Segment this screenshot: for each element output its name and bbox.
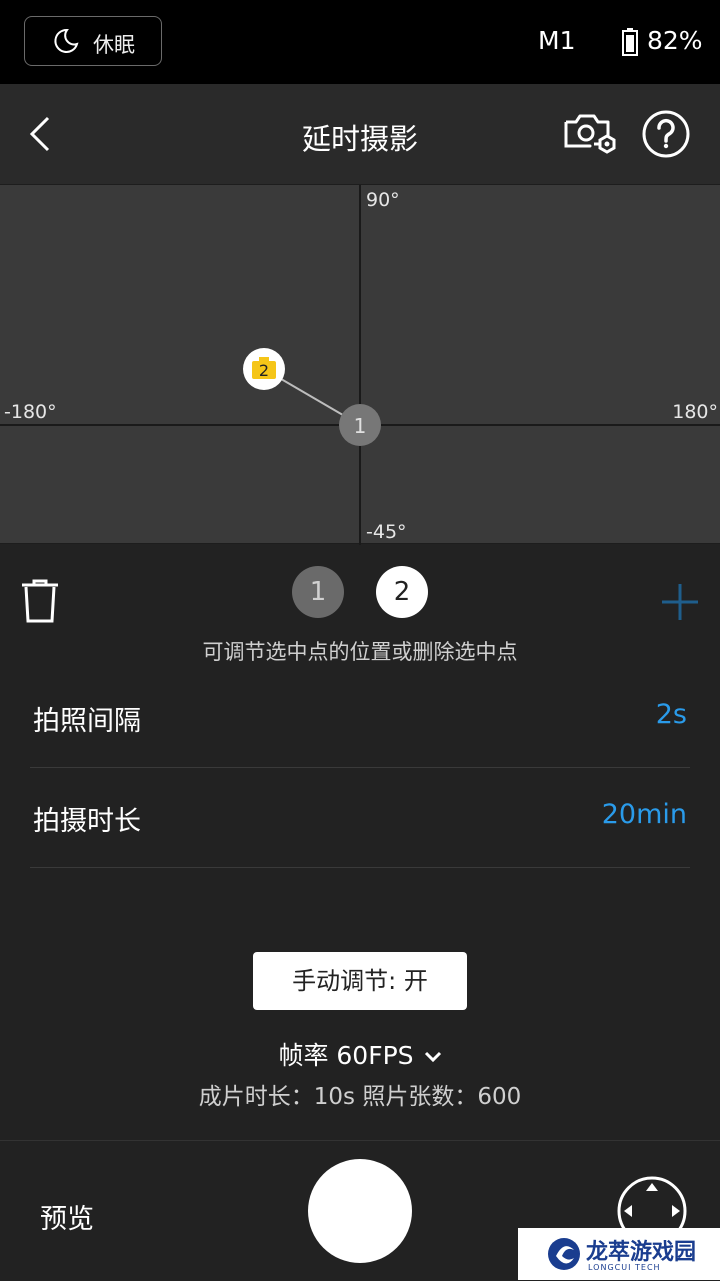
interval-label: 拍照间隔 — [33, 706, 141, 737]
interval-row[interactable]: 拍照间隔 2s — [30, 667, 690, 768]
battery-icon — [622, 28, 638, 56]
axis-label-right: 180° — [672, 401, 718, 423]
nav-bar: 延时摄影 — [0, 84, 720, 184]
watermark-text: 龙萃游戏园 — [586, 1240, 697, 1265]
battery-level: 82% — [647, 26, 703, 55]
point-button-1[interactable]: 1 — [292, 566, 344, 618]
hint-text: 可调节选中点的位置或删除选中点 — [202, 640, 518, 664]
interval-value[interactable]: 2s — [656, 699, 687, 730]
help-icon[interactable] — [640, 108, 692, 160]
status-bar: 休眠 M1 82% — [0, 0, 720, 84]
duration-row[interactable]: 拍摄时长 20min — [30, 767, 690, 868]
shutter-button[interactable] — [308, 1159, 412, 1263]
fps-select[interactable]: 帧率 60FPS — [0, 1036, 720, 1072]
camera-settings-icon[interactable] — [560, 106, 616, 162]
mode-indicator: M1 — [538, 26, 576, 55]
trash-icon[interactable] — [20, 578, 60, 624]
sleep-button[interactable]: 休眠 — [24, 16, 162, 66]
position-plot[interactable]: 12 — [0, 185, 720, 545]
keyframe-point-label: 1 — [354, 414, 367, 438]
duration-label: 拍摄时长 — [33, 806, 141, 837]
axis-label-bottom: -45° — [366, 521, 407, 543]
watermark-logo — [548, 1238, 580, 1270]
chevron-down-icon — [424, 1051, 441, 1063]
duration-value[interactable]: 20min — [602, 799, 687, 830]
position-canvas[interactable]: 12 90° -45° -180° 180° — [0, 184, 720, 545]
preview-button[interactable]: 预览 — [40, 1197, 94, 1236]
manual-adjust-button[interactable]: 手动调节: 开 — [253, 952, 467, 1010]
axis-label-top: 90° — [366, 189, 400, 211]
point-button-2[interactable]: 2 — [376, 566, 428, 618]
axis-label-left: -180° — [4, 401, 57, 423]
keyframe-point-1[interactable]: 1 — [339, 404, 381, 446]
add-point-icon[interactable] — [660, 582, 700, 622]
watermark-subtext: LONGCUI TECH — [588, 1263, 661, 1272]
fps-label: 帧率 60FPS — [278, 1041, 414, 1070]
keyframe-point-label: 2 — [259, 361, 269, 380]
sleep-label: 休眠 — [93, 33, 135, 57]
clip-info: 成片时长：10s 照片张数：600 — [198, 1084, 522, 1110]
moon-icon — [54, 28, 79, 53]
keyframe-point-2[interactable]: 2 — [243, 348, 285, 390]
watermark: 龙萃游戏园 LONGCUI TECH — [518, 1228, 720, 1280]
